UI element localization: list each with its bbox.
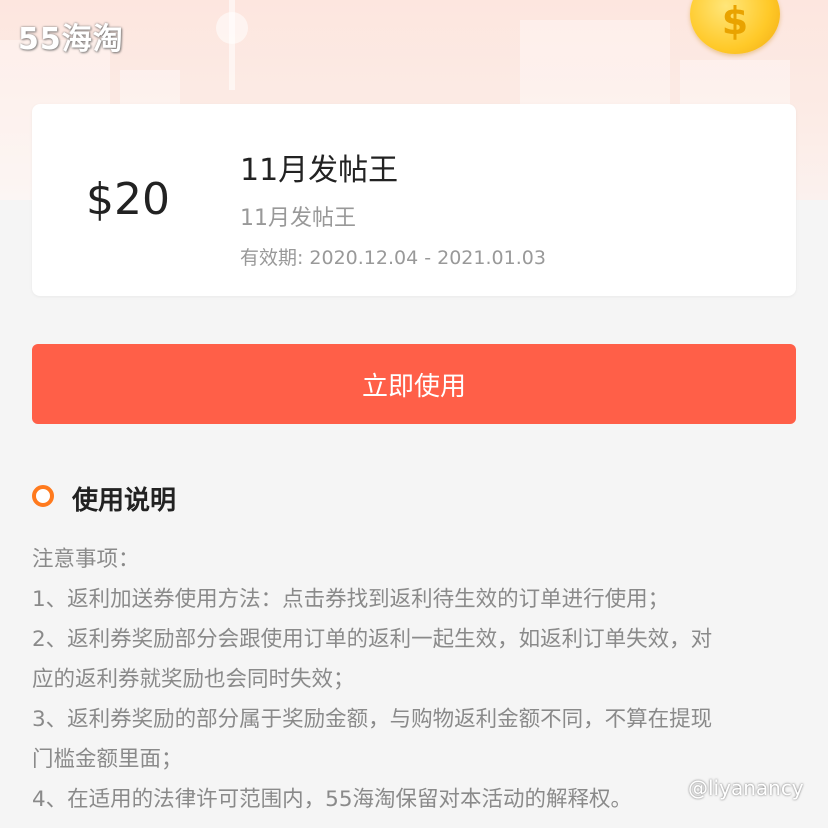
use-now-button[interactable]: 立即使用 bbox=[32, 344, 796, 424]
dollar-coin-icon: $ bbox=[690, 0, 780, 54]
instructions-text: 注意事项： 1、返利加送券使用方法：点击券找到返利待生效的订单进行使用； 2、返… bbox=[32, 540, 802, 820]
instruction-line: 3、返利券奖励的部分属于奖励金额，与购物返利金额不同，不算在提现 bbox=[32, 707, 713, 732]
instruction-line: 应的返利券就奖励也会同时失效； bbox=[32, 667, 355, 692]
instruction-line: 4、在适用的法律许可范围内，55海淘保留对本活动的解释权。 bbox=[32, 787, 633, 812]
coupon-amount: $20 bbox=[86, 174, 170, 225]
validity-range: 2020.12.04 - 2021.01.03 bbox=[309, 247, 546, 269]
tower-ball-shape bbox=[216, 12, 248, 44]
validity-label: 有效期: bbox=[240, 247, 304, 269]
app-logo: 55海淘 bbox=[18, 22, 124, 57]
coupon-title: 11月发帖王 bbox=[240, 153, 399, 188]
section-bullet-icon bbox=[32, 485, 54, 507]
watermark: @liyanancy bbox=[688, 776, 804, 800]
instruction-line: 2、返利券奖励部分会跟使用订单的返利一起生效，如返利订单失效，对 bbox=[32, 627, 713, 652]
instruction-line: 注意事项： bbox=[32, 547, 140, 572]
coupon-subtitle: 11月发帖王 bbox=[240, 206, 356, 231]
instruction-line: 门槛金额里面； bbox=[32, 747, 183, 772]
instruction-line: 1、返利加送券使用方法：点击券找到返利待生效的订单进行使用； bbox=[32, 587, 670, 612]
coupon-validity: 有效期: 2020.12.04 - 2021.01.03 bbox=[240, 243, 546, 270]
section-title: 使用说明 bbox=[72, 486, 177, 516]
